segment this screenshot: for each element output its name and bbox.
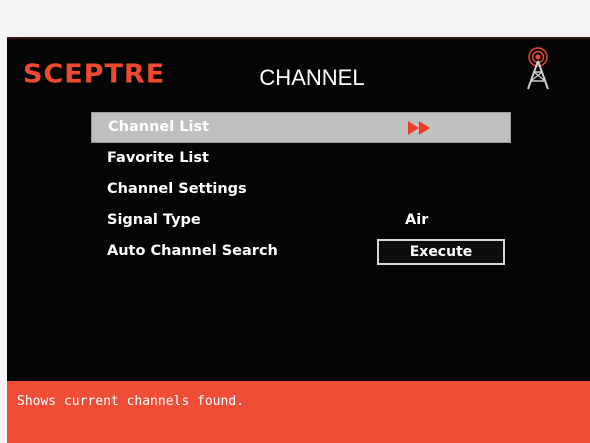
page-title: CHANNEL <box>259 65 365 90</box>
menu-item-label: Favorite List <box>107 150 209 166</box>
double-right-arrow-icon <box>408 121 430 135</box>
antenna-tower-icon <box>527 47 549 90</box>
tv-screen: SCEPTRE CHANNEL Channel List Favorite Li… <box>7 37 590 443</box>
brand-logo: SCEPTRE <box>23 59 166 90</box>
menu-item-auto-channel-search[interactable]: Auto Channel Search Execute <box>91 236 511 267</box>
menu-item-favorite-list[interactable]: Favorite List <box>91 143 511 174</box>
menu-item-label: Auto Channel Search <box>107 243 278 259</box>
execute-button[interactable]: Execute <box>377 239 505 265</box>
channel-menu: Channel List Favorite List Channel Setti… <box>91 112 511 267</box>
menu-item-channel-settings[interactable]: Channel Settings <box>91 174 511 205</box>
menu-item-label: Signal Type <box>107 212 201 228</box>
menu-item-signal-type[interactable]: Signal Type Air <box>91 205 511 236</box>
menu-item-label: Channel Settings <box>107 181 247 197</box>
signal-type-value: Air <box>405 212 429 228</box>
menu-item-label: Channel List <box>108 119 210 135</box>
help-bar: Shows current channels found. <box>7 381 590 443</box>
menu-item-channel-list[interactable]: Channel List <box>91 112 511 143</box>
help-text: Shows current channels found. <box>17 394 244 409</box>
